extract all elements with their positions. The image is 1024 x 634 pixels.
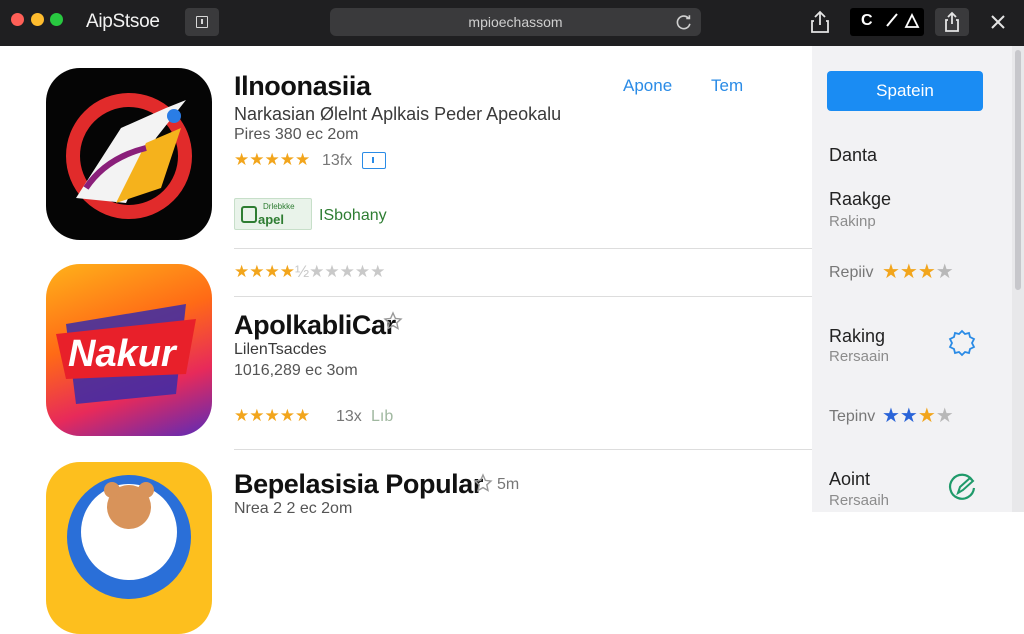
badge-main-text: apel	[258, 212, 285, 227]
sidebar-sub-4: Rersaaih	[829, 492, 890, 509]
divider	[234, 296, 812, 297]
app-logo-graphic	[67, 475, 191, 599]
sidebar-heading-4[interactable]: Aoint	[829, 469, 870, 490]
app-subtitle-2: LilenTsacdes	[234, 341, 327, 358]
gear-icon[interactable]	[946, 327, 978, 359]
triangle-icon[interactable]	[904, 13, 920, 29]
app-icon-1[interactable]	[46, 68, 212, 240]
tab-link-tem[interactable]: Tem	[711, 76, 743, 96]
app-company-1[interactable]: ISbohany	[319, 207, 387, 225]
url-text: mpioechassom	[468, 14, 563, 30]
divider	[234, 449, 812, 450]
export-button[interactable]	[935, 8, 969, 36]
rating-row-stars-1: ★★★★	[882, 261, 954, 283]
rating-row-label-1: Repiiv	[829, 264, 874, 281]
app-rating-stars-1: ★★★★★	[234, 150, 311, 169]
minimize-window-button[interactable]	[31, 13, 44, 26]
reload-icon[interactable]	[675, 13, 693, 31]
rating-row-label-2: Tepinv	[829, 408, 876, 425]
app-rating-count-2: 13x	[336, 408, 362, 425]
badge-top-text: Drlebkke	[263, 202, 295, 211]
app-logo-graphic: Nakur	[56, 304, 196, 404]
url-bar[interactable]: mpioechassom	[330, 8, 701, 36]
sidebar-heading-2[interactable]: Raakge	[829, 189, 891, 210]
app-extra-3: 5m	[497, 476, 520, 493]
rating-row-stars-2: ★★★★	[882, 405, 954, 427]
separator-rating-stars: ★★★★½★★★★★	[234, 262, 386, 281]
sidebar-heading-3[interactable]: Raking	[829, 326, 885, 347]
sidebar-heading-1[interactable]: Danta	[829, 145, 877, 166]
star-outline-icon[interactable]	[383, 311, 403, 331]
slash-icon[interactable]	[884, 12, 900, 28]
app-rating-count-1: 13fx	[322, 152, 353, 169]
share-icon[interactable]	[807, 9, 833, 35]
sidebar-sub-2: Rakinp	[829, 213, 876, 230]
app-title-2[interactable]: ApolkabliCar	[234, 310, 396, 341]
app-title: AipStsoe	[86, 11, 160, 32]
close-window-button[interactable]	[11, 13, 24, 26]
app-meta-1: Pires 380 ec 2om	[234, 126, 359, 143]
divider	[234, 248, 812, 249]
sidebar-icon	[196, 16, 208, 28]
primary-action-button[interactable]: Spatein	[827, 71, 983, 111]
app-meta-2: 1016,289 ec 3om	[234, 362, 358, 379]
zoom-window-button[interactable]	[50, 13, 63, 26]
app-title-3[interactable]: Bepelasisia Popular	[234, 469, 483, 500]
badge-icon	[241, 206, 257, 223]
toolbar-group: C	[850, 8, 924, 36]
sidebar-sub-3: Rersaain	[829, 348, 890, 365]
title-bar: AipStsoe mpioechassom C	[0, 0, 1024, 46]
award-badge: Drlebkke apel	[234, 198, 312, 230]
app-extra-2: Lıb	[371, 408, 394, 425]
sidebar-toggle-button[interactable]	[185, 8, 219, 36]
app-logo-graphic	[66, 93, 192, 219]
app-subtitle-3: Nrea 2 2 ec 2om	[234, 500, 353, 517]
edit-icon[interactable]	[946, 472, 978, 504]
circle-c-icon[interactable]: C	[861, 12, 873, 30]
app-title-1[interactable]: Ilnoonasiia	[234, 71, 371, 102]
tab-link-apone[interactable]: Apone	[623, 76, 672, 96]
app-logo-text: Nakur	[68, 333, 178, 375]
scrollbar[interactable]	[1012, 46, 1024, 512]
app-subtitle-1: Narkasian Ølelnt Aplkais Peder Apeokalu	[234, 104, 562, 124]
scroll-thumb[interactable]	[1015, 50, 1021, 290]
close-icon[interactable]	[987, 11, 1009, 33]
star-outline-icon[interactable]	[473, 473, 493, 493]
upload-icon	[945, 11, 959, 32]
app-rating-stars-2: ★★★★★	[234, 406, 311, 425]
app-icon-2[interactable]: Nakur	[46, 264, 212, 436]
app-icon-3[interactable]	[46, 462, 212, 634]
info-icon[interactable]	[362, 152, 386, 169]
